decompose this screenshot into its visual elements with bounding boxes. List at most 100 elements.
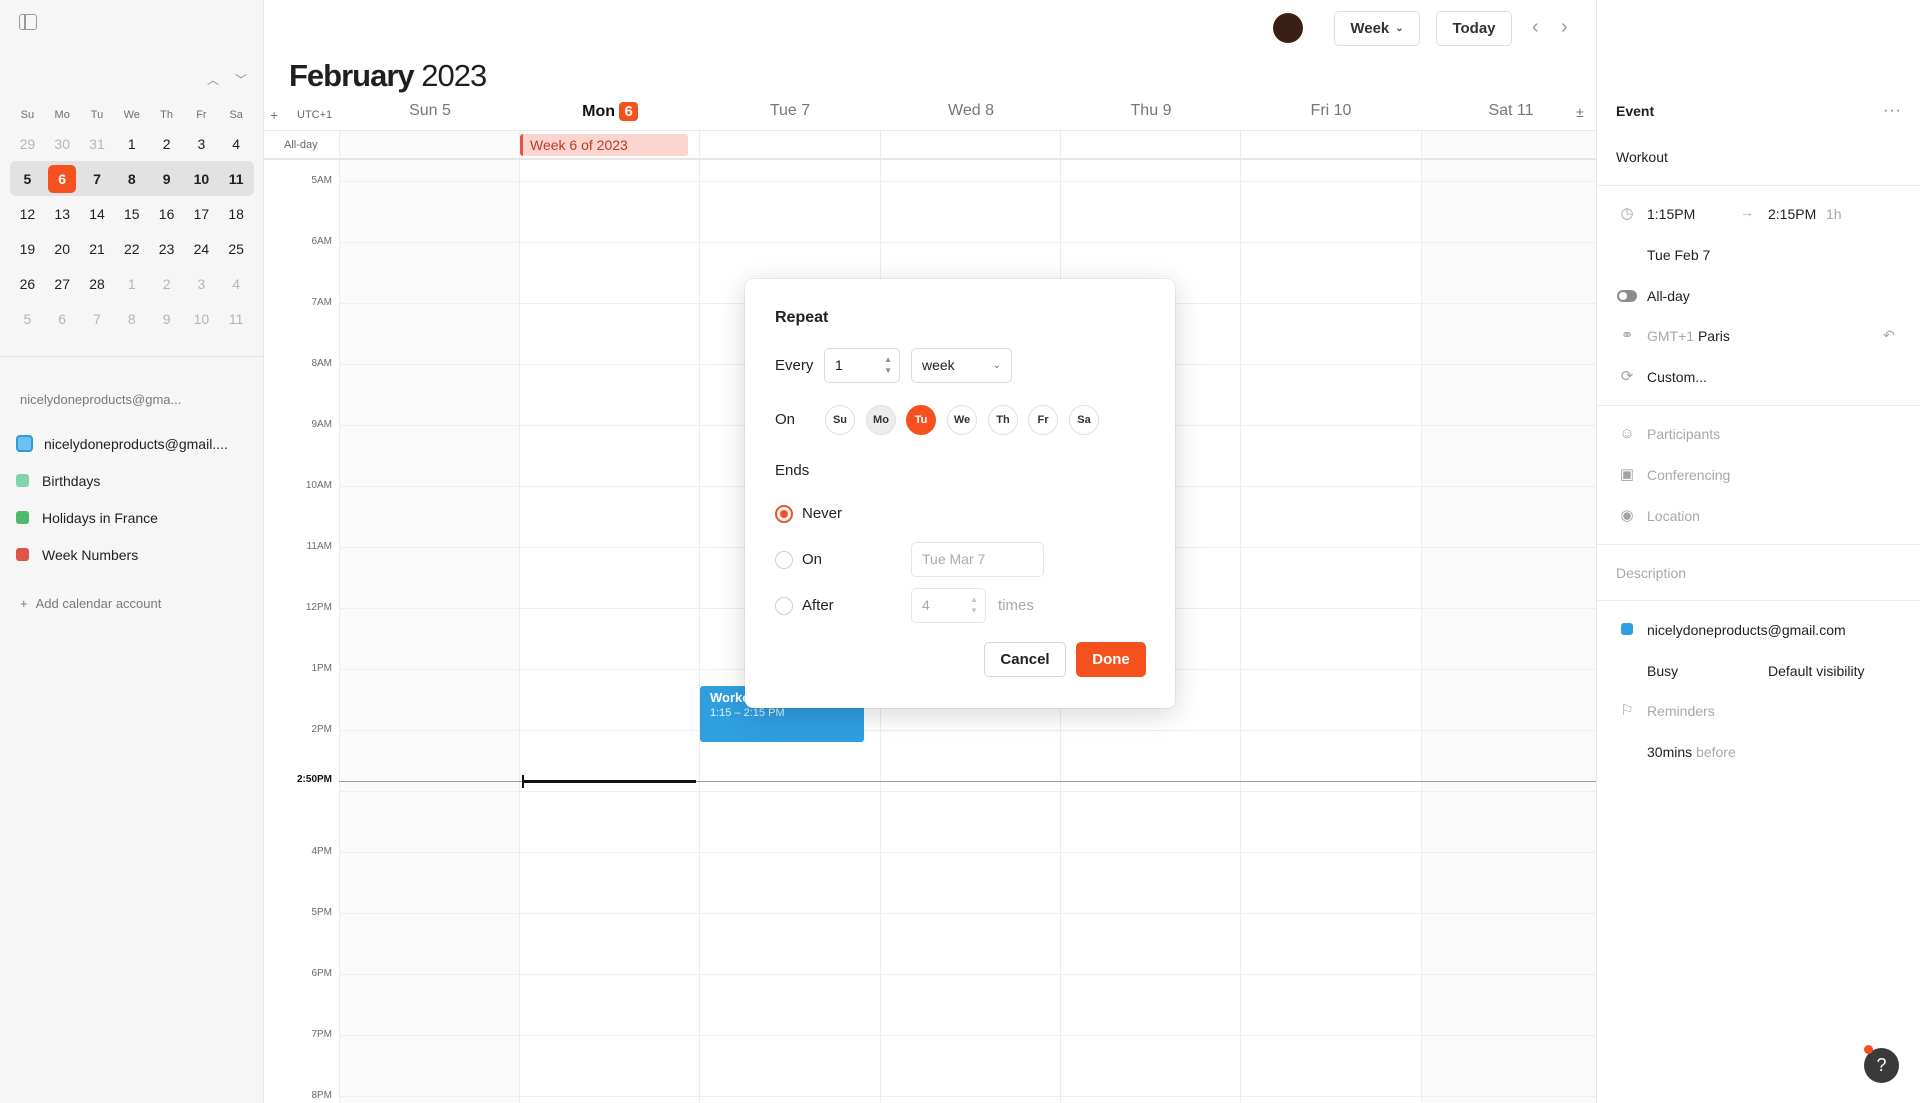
mini-calendar-day[interactable]: 9	[149, 305, 184, 333]
view-select[interactable]: Week ⌄	[1334, 11, 1420, 46]
mini-calendar-day[interactable]: 3	[184, 130, 219, 158]
mini-calendar-day[interactable]: 19	[10, 235, 45, 263]
mini-calendar-day[interactable]: 11	[219, 165, 254, 193]
week-number-chip[interactable]: Week 6 of 2023	[520, 134, 688, 156]
chevron-left-icon[interactable]: ‹	[1532, 16, 1539, 39]
visibility-select[interactable]: Default visibility	[1768, 663, 1864, 679]
calendar-item-birthdays[interactable]: Birthdays	[16, 462, 256, 499]
mini-calendar-day[interactable]: 11	[219, 305, 254, 333]
stepper-arrows-icon[interactable]: ▲ ▼	[884, 354, 892, 376]
event-title-field[interactable]: Workout	[1616, 149, 1668, 165]
mini-calendar-day[interactable]: 15	[114, 200, 149, 228]
mini-calendar-day[interactable]: 12	[10, 200, 45, 228]
more-icon[interactable]: ···	[1883, 102, 1902, 120]
weekday-toggle-fr[interactable]: Fr	[1028, 405, 1058, 435]
mini-calendar-day[interactable]: 21	[80, 235, 115, 263]
add-timezone-icon[interactable]: +	[270, 107, 278, 123]
mini-calendar-day[interactable]: 20	[45, 235, 80, 263]
mini-calendar-day[interactable]: 18	[219, 200, 254, 228]
today-button[interactable]: Today	[1436, 11, 1512, 46]
done-button[interactable]: Done	[1076, 642, 1146, 677]
ends-never-radio[interactable]	[775, 505, 793, 523]
undo-icon[interactable]: ↶	[1883, 327, 1895, 344]
mini-calendar-day[interactable]: 24	[184, 235, 219, 263]
ends-on-radio[interactable]	[775, 551, 793, 569]
day-header-tue[interactable]: Tue 7	[700, 102, 880, 120]
add-calendar-account-button[interactable]: + Add calendar account	[20, 596, 161, 611]
calendar-checkbox[interactable]	[16, 435, 33, 452]
mini-calendar-day[interactable]: 7	[80, 305, 115, 333]
mini-calendar-day[interactable]: 8	[114, 305, 149, 333]
mini-calendar-day[interactable]: 10	[184, 165, 219, 193]
mini-calendar-day[interactable]: 7	[80, 165, 115, 193]
mini-calendar-day[interactable]: 8	[114, 165, 149, 193]
calendar-item-holidays[interactable]: Holidays in France	[16, 499, 256, 536]
mini-calendar-day[interactable]: 1	[114, 270, 149, 298]
mini-calendar-day[interactable]: 4	[219, 270, 254, 298]
mini-calendar-day[interactable]: 5	[10, 305, 45, 333]
interval-unit-select[interactable]: week ⌄	[911, 348, 1012, 383]
mini-calendar-day[interactable]: 5	[10, 165, 45, 193]
mini-calendar-day[interactable]: 2	[149, 270, 184, 298]
mini-calendar-day[interactable]: 17	[184, 200, 219, 228]
event-date[interactable]: Tue Feb 7	[1647, 247, 1710, 263]
chevron-down-icon[interactable]: ﹀	[235, 74, 247, 86]
weekday-toggle-sa[interactable]: Sa	[1069, 405, 1099, 435]
day-header-sun[interactable]: Sun 5	[340, 102, 520, 120]
mini-calendar-day[interactable]: 25	[219, 235, 254, 263]
weekday-toggle-mo[interactable]: Mo	[866, 405, 896, 435]
stepper-arrows-icon[interactable]: ▲ ▼	[970, 594, 978, 616]
weekday-toggle-th[interactable]: Th	[988, 405, 1018, 435]
mini-calendar-day[interactable]: 16	[149, 200, 184, 228]
day-header-wed[interactable]: Wed 8	[881, 102, 1061, 120]
busy-select[interactable]: Busy	[1647, 663, 1678, 679]
end-date-input[interactable]: Tue Mar 7	[911, 542, 1044, 577]
end-time[interactable]: 2:15PM	[1768, 206, 1816, 222]
cancel-button[interactable]: Cancel	[984, 642, 1066, 677]
timezone-field[interactable]: GMT+1 Paris	[1647, 328, 1730, 344]
calendar-swatch[interactable]	[16, 474, 29, 487]
mini-calendar-day[interactable]: 9	[149, 165, 184, 193]
mini-calendar-day[interactable]: 30	[45, 130, 80, 158]
calendar-select[interactable]: nicelydoneproducts@gmail.com	[1647, 622, 1846, 638]
start-time[interactable]: 1:15PM	[1647, 206, 1695, 222]
weekday-toggle-su[interactable]: Su	[825, 405, 855, 435]
mini-calendar-day[interactable]: 10	[184, 305, 219, 333]
collapse-icon[interactable]: ±	[1576, 104, 1584, 120]
ends-on-label[interactable]: On	[802, 551, 822, 568]
weekday-toggle-tu[interactable]: Tu	[906, 405, 936, 435]
mini-calendar-day[interactable]: 23	[149, 235, 184, 263]
reminder-field[interactable]: 30mins before	[1647, 744, 1736, 760]
allday-toggle[interactable]	[1617, 290, 1637, 302]
calendar-swatch[interactable]	[16, 511, 29, 524]
repeat-field[interactable]: Custom...	[1647, 369, 1707, 385]
mini-calendar-day[interactable]: 27	[45, 270, 80, 298]
ends-after-radio[interactable]	[775, 597, 793, 615]
weekday-toggle-we[interactable]: We	[947, 405, 977, 435]
sidebar-toggle-icon[interactable]	[19, 14, 37, 30]
ends-after-label[interactable]: After	[802, 597, 834, 614]
chevron-up-icon[interactable]: ︿	[207, 74, 219, 86]
avatar[interactable]	[1273, 13, 1303, 43]
interval-stepper[interactable]: 1 ▲ ▼	[824, 348, 900, 383]
mini-calendar-day[interactable]: 3	[184, 270, 219, 298]
location-field[interactable]: Location	[1647, 508, 1700, 524]
mini-calendar-day[interactable]: 31	[80, 130, 115, 158]
participants-field[interactable]: Participants	[1647, 426, 1720, 442]
chevron-right-icon[interactable]: ›	[1561, 16, 1568, 39]
mini-calendar-day[interactable]: 14	[80, 200, 115, 228]
description-field[interactable]: Description	[1616, 565, 1686, 581]
mini-calendar-today[interactable]: 6	[45, 164, 80, 193]
calendar-item-week-numbers[interactable]: Week Numbers	[16, 536, 256, 573]
day-header-fri[interactable]: Fri 10	[1241, 102, 1421, 120]
mini-calendar-day[interactable]: 26	[10, 270, 45, 298]
mini-calendar-day[interactable]: 29	[10, 130, 45, 158]
mini-calendar-day[interactable]: 13	[45, 200, 80, 228]
mini-calendar-day[interactable]: 2	[149, 130, 184, 158]
day-header-sat[interactable]: Sat 11	[1421, 102, 1601, 120]
mini-calendar-day[interactable]: 22	[114, 235, 149, 263]
occurrence-count-stepper[interactable]: 4 ▲ ▼	[911, 588, 986, 623]
allday-row[interactable]: All-day	[264, 130, 1596, 160]
day-header-mon[interactable]: Mon 6	[520, 102, 700, 121]
mini-calendar-day[interactable]: 6	[45, 305, 80, 333]
